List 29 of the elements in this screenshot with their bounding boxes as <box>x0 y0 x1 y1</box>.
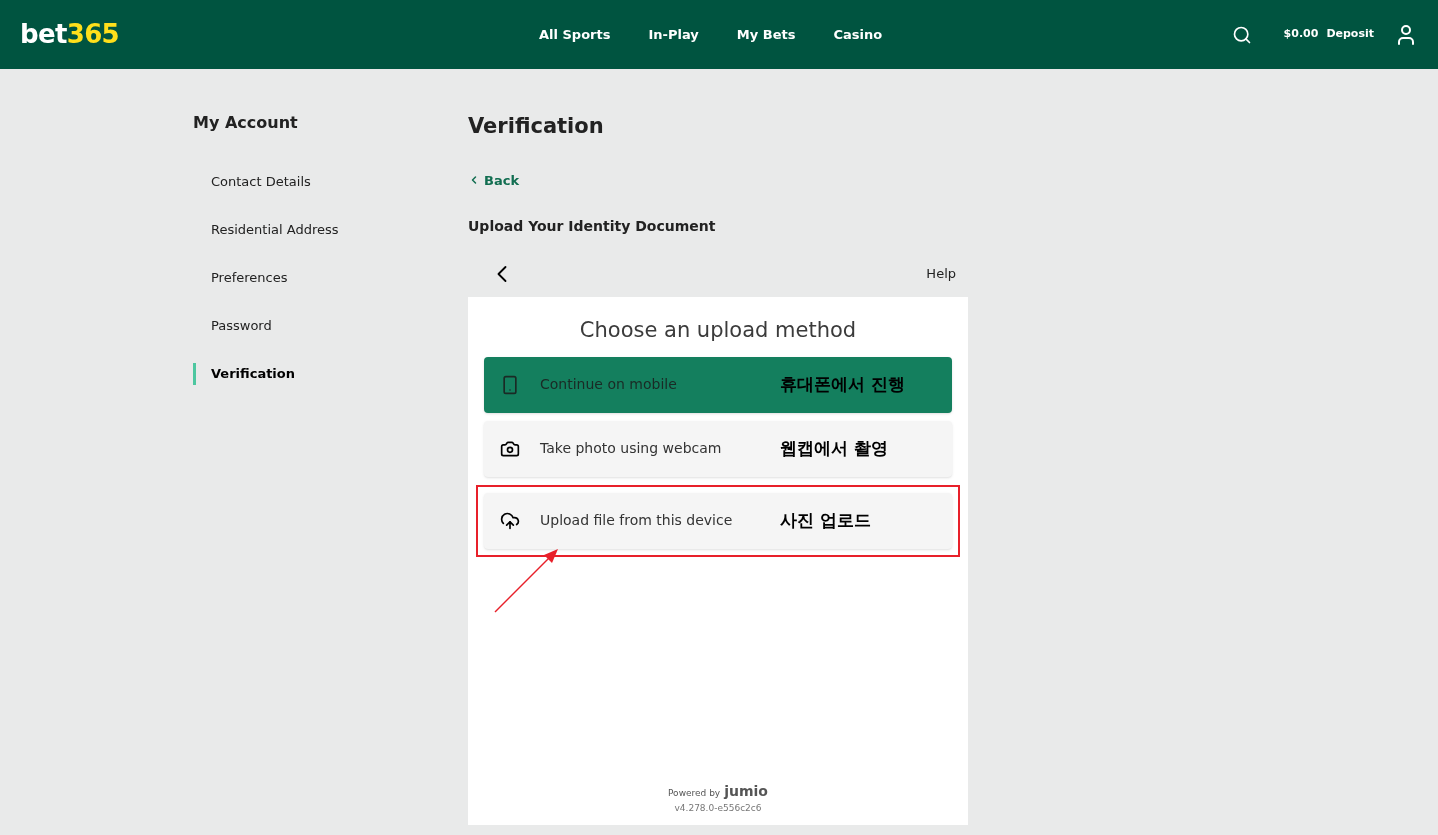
version-text: v4.278.0-e556c2c6 <box>674 801 762 815</box>
nav-link[interactable]: All Sports <box>520 24 630 45</box>
section-title: Upload Your Identity Document <box>468 217 717 236</box>
sidebar-item[interactable]: Residential Address <box>193 219 468 241</box>
deposit-link[interactable]: Deposit <box>1326 26 1374 43</box>
logo: bet365 <box>20 18 120 51</box>
sidebar-title: My Account <box>193 112 299 134</box>
balance: $0.00 <box>1283 26 1319 43</box>
powered-by-text: Powered by <box>668 786 721 800</box>
panel-title: Choose an upload method <box>578 317 858 344</box>
upload-option[interactable]: Upload file from this device 사진 업로드 <box>484 492 952 549</box>
search-icon[interactable] <box>1231 24 1252 45</box>
brand-logo: jumio <box>724 781 768 801</box>
back-link[interactable]: Back <box>468 170 520 190</box>
help-link[interactable]: Help <box>926 264 956 284</box>
sidebar-item[interactable]: Preferences <box>193 267 468 289</box>
upload-option[interactable]: Take photo using webcam 웹캡에서 촬영 <box>484 420 952 477</box>
cloud-upload-icon <box>500 510 520 531</box>
page-title: Verification <box>468 113 605 140</box>
sidebar-item[interactable]: Password <box>193 315 468 337</box>
upload-option[interactable]: Continue on mobile 휴대폰에서 진행 <box>484 356 952 413</box>
nav-link[interactable]: My Bets <box>717 24 815 45</box>
sidebar-item[interactable]: Contact Details <box>193 171 468 193</box>
annotation-text: 사진 업로드 <box>780 508 871 532</box>
phone-icon <box>500 374 520 395</box>
annotation-text: 휴대폰에서 진행 <box>780 372 905 396</box>
annotation-text: 웹캡에서 촬영 <box>780 436 888 460</box>
nav-link[interactable]: In-Play <box>629 24 718 45</box>
nav-link[interactable]: Casino <box>814 24 902 45</box>
